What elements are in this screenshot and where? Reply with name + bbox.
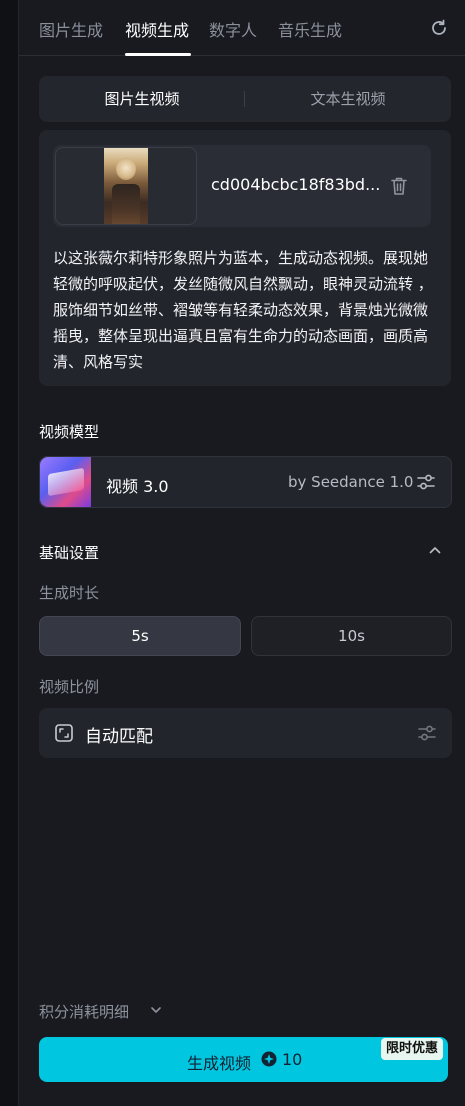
- uploaded-image-thumbnail[interactable]: [55, 147, 197, 225]
- aspect-ratio-selector[interactable]: 自动匹配: [39, 708, 452, 758]
- model-provider: by Seedance 1.0: [288, 473, 414, 491]
- prompt-card: cd004bcbc18f83bd... 以这张薇尔莉特形象照片为蓝本，生成动态视…: [39, 130, 451, 386]
- uploaded-image-row: cd004bcbc18f83bd...: [53, 145, 431, 227]
- video-generation-panel: 图片生成 视频生成 数字人 音乐生成 图片生视频 文本生视频 cd004bcbc…: [18, 0, 465, 1106]
- video-model-selector[interactable]: 视频 3.0 by Seedance 1.0: [39, 456, 452, 508]
- video-model-heading: 视频模型: [39, 423, 100, 441]
- aspect-ratio-icon: [55, 724, 73, 742]
- basic-settings-heading: 基础设置: [39, 544, 100, 562]
- aspect-ratio-value: 自动匹配: [85, 727, 153, 747]
- duration-option-10s[interactable]: 10s: [251, 616, 452, 656]
- prompt-textarea[interactable]: 以这张薇尔莉特形象照片为蓝本，生成动态视频。展现她轻微的呼吸起伏，发丝随微风自然…: [53, 245, 435, 375]
- model-thumbnail: [40, 457, 91, 507]
- limited-offer-badge: 限时优惠: [381, 1038, 444, 1060]
- tab-music-generation[interactable]: 音乐生成: [278, 17, 342, 41]
- chevron-down-icon[interactable]: [149, 1003, 163, 1017]
- mode-text-to-video[interactable]: 文本生视频: [245, 76, 451, 122]
- mode-image-to-video[interactable]: 图片生视频: [39, 76, 245, 122]
- top-tab-bar: 图片生成 视频生成 数字人 音乐生成: [19, 0, 465, 56]
- reference-image: [104, 148, 148, 224]
- aspect-ratio-label: 视频比例: [39, 678, 100, 696]
- uploaded-file-name: cd004bcbc18f83bd...: [211, 175, 381, 194]
- tab-video-generation[interactable]: 视频生成: [125, 17, 189, 41]
- settings-sliders-icon[interactable]: [416, 472, 436, 492]
- credit-count: 10: [282, 1050, 303, 1069]
- tab-image-generation[interactable]: 图片生成: [39, 17, 103, 41]
- active-tab-indicator: [125, 53, 191, 56]
- refresh-icon[interactable]: [429, 18, 449, 38]
- credit-icon: [261, 1051, 277, 1067]
- cost-detail-toggle[interactable]: 积分消耗明细: [39, 1001, 129, 1022]
- model-name: 视频 3.0: [106, 477, 169, 496]
- settings-sliders-icon[interactable]: [417, 723, 437, 743]
- trash-icon[interactable]: [390, 176, 408, 196]
- duration-label: 生成时长: [39, 584, 100, 602]
- generate-button-label: 生成视频: [187, 1054, 252, 1073]
- chevron-up-icon[interactable]: [427, 542, 443, 558]
- generation-mode-switch: 图片生视频 文本生视频: [39, 76, 451, 122]
- tab-digital-human[interactable]: 数字人: [209, 17, 257, 41]
- duration-option-5s[interactable]: 5s: [39, 616, 241, 656]
